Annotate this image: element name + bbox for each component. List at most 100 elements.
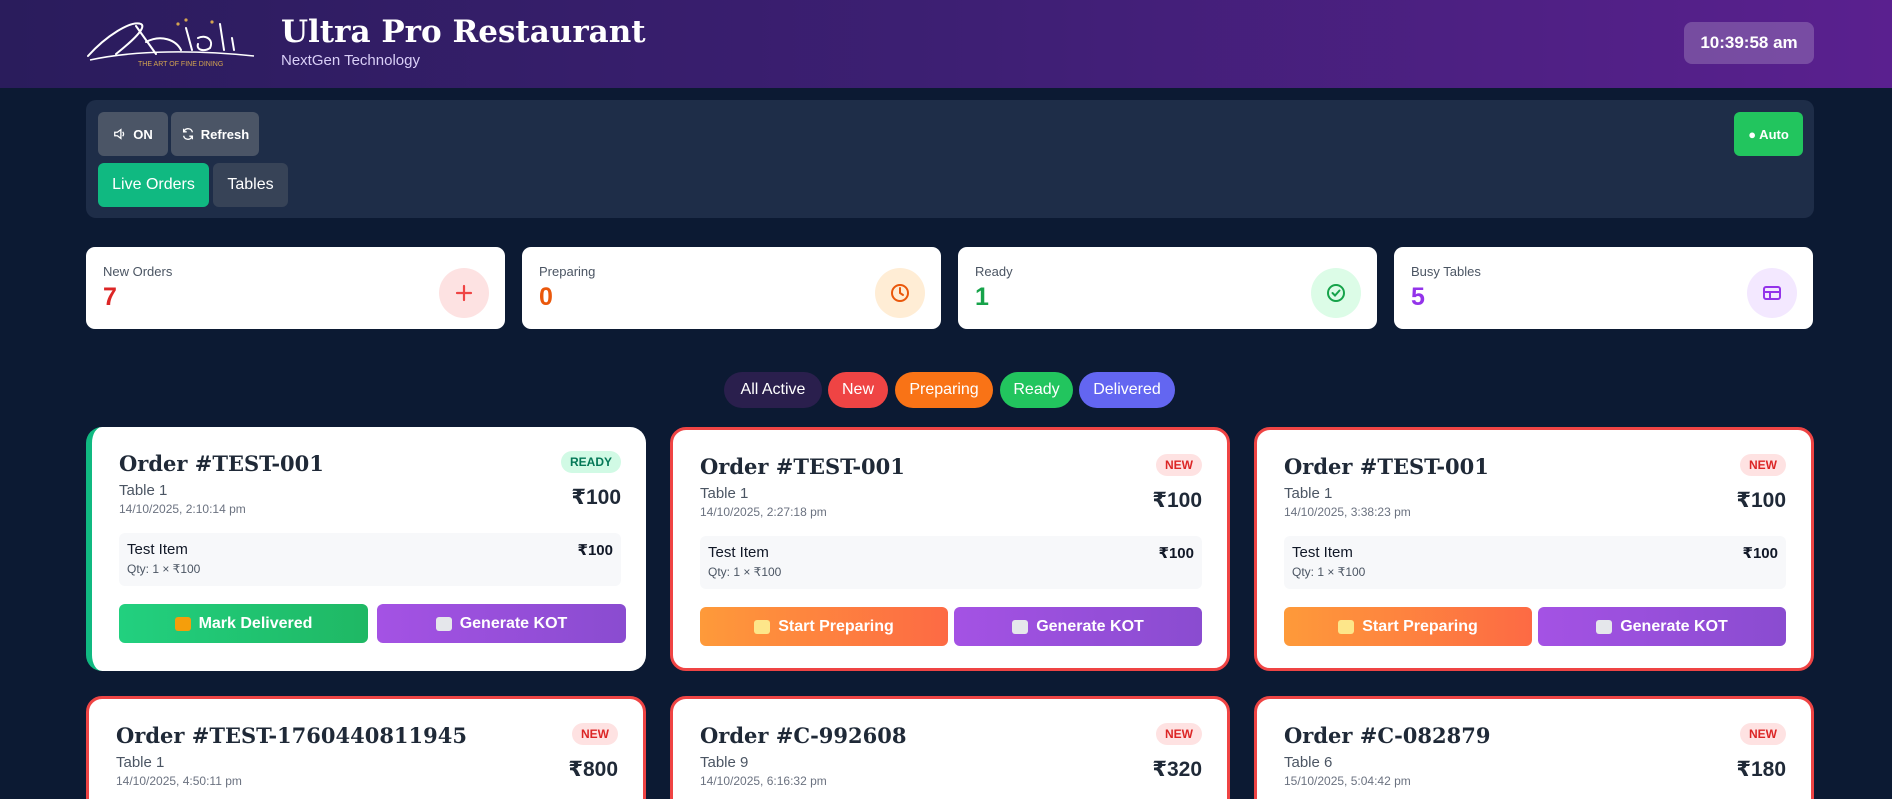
item-price: ₹100	[1742, 545, 1778, 562]
plus-icon	[439, 268, 489, 318]
order-total: ₹100	[571, 486, 621, 509]
order-date: 14/10/2025, 6:16:32 pm	[700, 774, 827, 788]
generate-kot-button[interactable]: Generate KOT	[1538, 607, 1786, 646]
order-table: Table 1	[116, 754, 165, 771]
order-card: Order #TEST-001 Table 1 14/10/2025, 3:38…	[1254, 427, 1814, 671]
stat-value: 1	[975, 283, 989, 311]
start-preparing-button[interactable]: Start Preparing	[1284, 607, 1532, 646]
chef-icon	[754, 619, 771, 634]
refresh-label: Refresh	[200, 126, 250, 142]
button-label: Generate KOT	[1036, 617, 1144, 635]
order-table: Table 9	[700, 754, 749, 771]
tab-live-orders[interactable]: Live Orders	[98, 163, 209, 207]
status-badge: NEW	[1156, 723, 1202, 745]
order-title: Order #TEST-001	[119, 451, 324, 476]
status-badge: NEW	[1740, 454, 1786, 476]
item-quantity: Qty: 1 × ₹100	[708, 565, 782, 579]
refresh-button[interactable]: Refresh	[171, 112, 259, 156]
app-header: THE ART OF FINE DINING Ultra Pro Restaur…	[0, 0, 1892, 88]
generate-kot-button[interactable]: Generate KOT	[377, 604, 626, 643]
order-date: 14/10/2025, 2:27:18 pm	[700, 505, 827, 519]
order-table: Table 1	[119, 482, 168, 499]
generate-kot-button[interactable]: Generate KOT	[954, 607, 1202, 646]
status-badge: NEW	[572, 723, 618, 745]
order-table: Table 6	[1284, 754, 1333, 771]
order-card: Order #TEST-1760440811945 Table 1 14/10/…	[86, 696, 646, 799]
status-badge: READY	[560, 451, 621, 473]
order-title: Order #TEST-001	[1284, 454, 1489, 479]
order-table: Table 1	[700, 485, 749, 502]
item-price: ₹100	[1158, 545, 1194, 562]
clipboard-icon	[1012, 619, 1029, 634]
order-date: 14/10/2025, 3:38:23 pm	[1284, 505, 1411, 519]
stat-label: New Orders	[103, 264, 173, 279]
start-preparing-button[interactable]: Start Preparing	[700, 607, 948, 646]
check-circle-icon	[1311, 268, 1361, 318]
stat-card-preparing: Preparing 0	[522, 247, 941, 329]
clock-display: 10:39:58 am	[1684, 22, 1814, 64]
button-label: Start Preparing	[778, 617, 894, 635]
order-table: Table 1	[1284, 485, 1333, 502]
order-card: Order #C-082879 Table 6 15/10/2025, 5:04…	[1254, 696, 1814, 799]
order-title: Order #C-992608	[700, 723, 907, 748]
filter-delivered[interactable]: Delivered	[1079, 372, 1175, 408]
stat-value: 0	[539, 283, 553, 311]
order-item: Test Item Qty: 1 × ₹100 ₹100	[700, 536, 1202, 589]
order-date: 14/10/2025, 2:10:14 pm	[119, 502, 246, 516]
button-label: Start Preparing	[1362, 617, 1478, 635]
item-name: Test Item	[708, 544, 769, 561]
tab-tables[interactable]: Tables	[213, 163, 288, 207]
item-quantity: Qty: 1 × ₹100	[1292, 565, 1366, 579]
filter-new[interactable]: New	[828, 372, 888, 408]
sound-toggle-button[interactable]: ON	[98, 112, 168, 156]
button-label: Generate KOT	[1620, 617, 1728, 635]
mark-delivered-button[interactable]: Mark Delivered	[119, 604, 368, 643]
stat-card-busy-tables: Busy Tables 5	[1394, 247, 1813, 329]
item-quantity: Qty: 1 × ₹100	[127, 562, 201, 576]
order-card: Order #TEST-001 Table 1 14/10/2025, 2:27…	[670, 427, 1230, 671]
refresh-icon	[182, 128, 193, 140]
button-label: Mark Delivered	[198, 614, 313, 632]
order-total: ₹100	[1152, 489, 1202, 512]
chef-icon	[1338, 619, 1355, 634]
button-label: Generate KOT	[459, 614, 568, 632]
clipboard-icon	[435, 616, 452, 631]
status-badge: NEW	[1740, 723, 1786, 745]
stat-value: 7	[103, 283, 117, 311]
order-date: 14/10/2025, 4:50:11 pm	[116, 774, 242, 788]
app-title: Ultra Pro Restaurant	[281, 14, 646, 50]
auto-refresh-button[interactable]: ● Auto	[1734, 112, 1803, 156]
stat-label: Ready	[975, 264, 1013, 279]
order-title: Order #TEST-1760440811945	[116, 723, 467, 748]
order-total: ₹180	[1736, 758, 1786, 781]
item-name: Test Item	[1292, 544, 1353, 561]
clipboard-icon	[1596, 619, 1613, 634]
order-item: Test Item Qty: 1 × ₹100 ₹100	[1284, 536, 1786, 589]
order-item: Test Item Qty: 1 × ₹100 ₹100	[119, 533, 621, 586]
stat-card-new-orders: New Orders 7	[86, 247, 505, 329]
item-name: Test Item	[127, 541, 188, 558]
order-title: Order #TEST-001	[700, 454, 905, 479]
control-panel: ON Refresh ● Auto Live Orders Tables	[86, 100, 1814, 218]
speaker-icon	[114, 128, 125, 140]
stat-label: Busy Tables	[1411, 264, 1481, 279]
order-total: ₹800	[568, 758, 618, 781]
filter-ready[interactable]: Ready	[1000, 372, 1073, 408]
sound-label: ON	[133, 126, 153, 142]
order-total: ₹100	[1736, 489, 1786, 512]
app-subtitle: NextGen Technology	[281, 52, 420, 69]
clock-icon	[875, 268, 925, 318]
table-icon	[1747, 268, 1797, 318]
order-card: Order #TEST-001 Table 1 14/10/2025, 2:10…	[86, 427, 646, 671]
restaurant-logo: THE ART OF FINE DINING	[87, 18, 255, 68]
order-total: ₹320	[1152, 758, 1202, 781]
stat-label: Preparing	[539, 264, 596, 279]
order-card: Order #C-992608 Table 9 14/10/2025, 6:16…	[670, 696, 1230, 799]
item-price: ₹100	[577, 542, 613, 559]
status-badge: NEW	[1156, 454, 1202, 476]
filter-all-active[interactable]: All Active	[724, 372, 822, 408]
stat-value: 5	[1411, 283, 1425, 311]
order-title: Order #C-082879	[1284, 723, 1491, 748]
filter-preparing[interactable]: Preparing	[895, 372, 993, 408]
stat-card-ready: Ready 1	[958, 247, 1377, 329]
